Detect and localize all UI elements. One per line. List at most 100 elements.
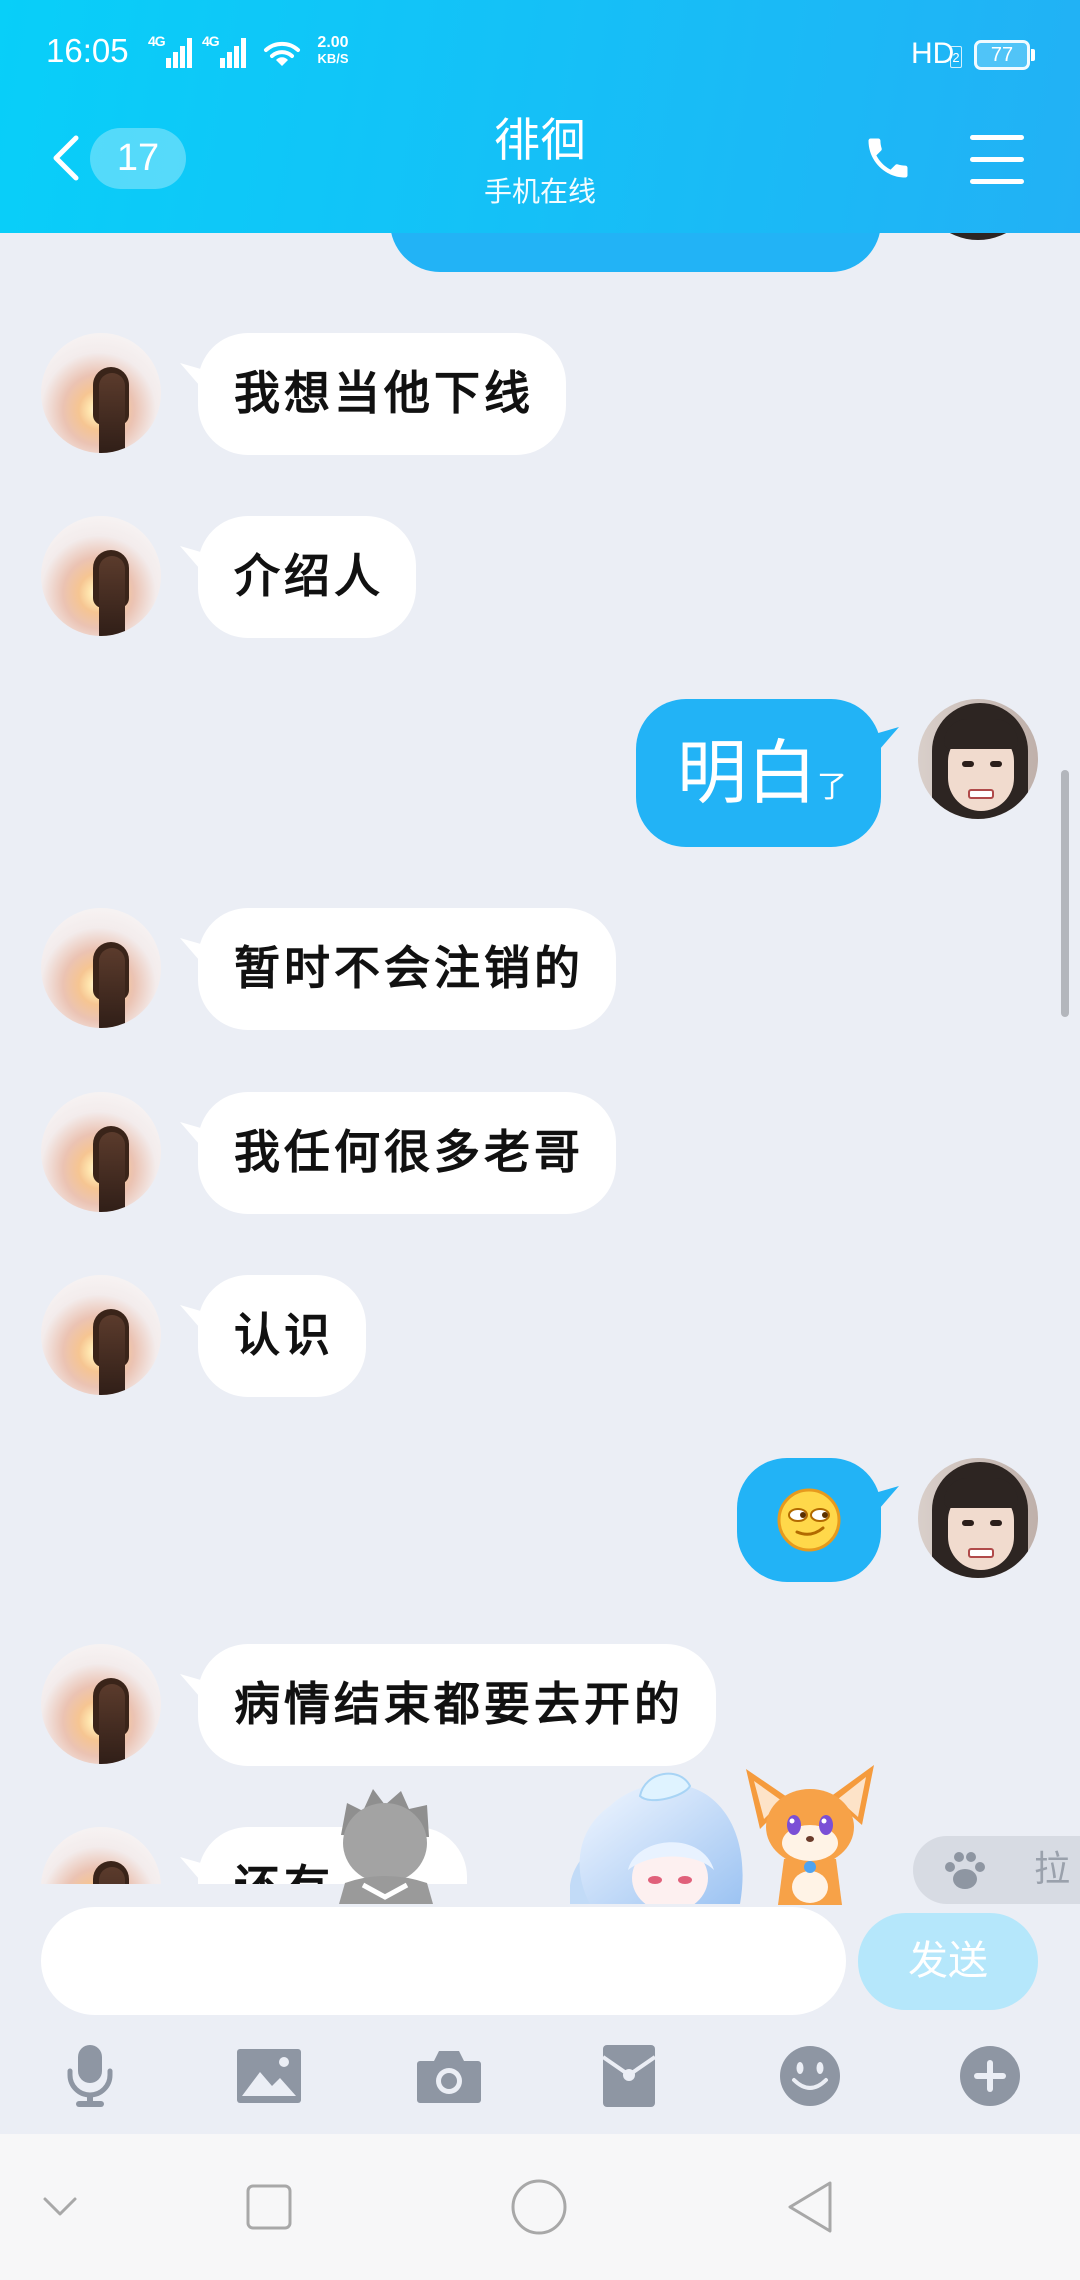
message-bubble[interactable]: 暂时不会注销的 [198,908,616,1030]
message-text: 暂时不会注销的 [234,941,584,995]
online-status: 手机在线 [483,175,596,208]
avatar-figure-body [99,1315,125,1395]
gray-character-figure[interactable] [323,1785,451,1904]
avatar-figure-body [99,373,125,453]
message-row: 明白了 [0,699,1080,847]
square-icon [246,2184,292,2230]
avatar-bangs [944,1478,1018,1508]
fox-character-figure[interactable] [738,1759,881,1907]
contact-avatar[interactable] [41,1827,161,1884]
message-text: 病情结束都要去开的 [234,1677,684,1731]
network-speed: 2.00 KB/S [311,34,355,66]
message-bubble[interactable]: 介绍人 [198,516,416,638]
red-packet-button[interactable] [589,2036,669,2116]
message-text: 还有 [234,1860,334,1884]
nav-recents-button[interactable] [224,2162,314,2252]
message-row: 病情结束都要去开的 [0,1644,1080,1766]
message-input[interactable] [41,1907,846,2015]
avatar-eye [962,761,974,767]
nav-home-button[interactable] [494,2162,584,2252]
plus-icon [960,2046,1020,2106]
message-text-small: 了 [817,770,847,805]
status-time: 16:05 [46,32,129,69]
message-bubble[interactable]: 我想当他下线 [198,333,566,455]
message-row: 暂时不会注销的 [0,908,1080,1030]
contact-avatar[interactable] [41,516,161,636]
signal-bars-icon [166,38,192,68]
battery-indicator: 77 [974,40,1030,70]
self-avatar[interactable] [918,1458,1038,1578]
unread-count-badge: 17 [90,128,186,189]
nav-back-button[interactable] [765,2162,855,2252]
emoji-message-bubble[interactable] [737,1458,881,1582]
avatar-mouth [968,789,994,799]
phone-icon [868,138,908,178]
wifi-icon [264,41,300,66]
self-avatar[interactable] [918,699,1038,819]
contact-avatar[interactable] [41,333,161,453]
avatar-figure-body [99,1684,125,1764]
signal-sim2: 4G [202,34,248,70]
message-bubble[interactable]: 我任何很多老哥 [198,1092,616,1214]
battery-nub [1031,49,1035,61]
red-packet-icon [601,2045,657,2107]
message-text: 我任何很多老哥 [234,1125,584,1179]
network-type-label: 4G [148,33,166,49]
avatar-figure-body [99,948,125,1028]
message-bubble[interactable]: 病情结束都要去开的 [198,1644,716,1766]
hd-voice-label: HD [911,37,955,70]
message-text: 认识 [234,1308,334,1362]
photo-button[interactable] [229,2036,309,2116]
contact-avatar[interactable] [41,1092,161,1212]
nav-hide-button[interactable] [15,2162,105,2252]
chat-header: 16:05 4G 4G 2.00 KB/S HD 2 77 17 徘徊 手机在线 [0,0,1080,233]
voice-button[interactable] [50,2036,130,2116]
message-text: 我想当他下线 [234,366,534,420]
smirk-emoji-icon [777,1488,841,1552]
battery-level: 77 [990,44,1014,66]
message-row: 认识 [0,1275,1080,1397]
chat-scrollbar[interactable] [1061,770,1069,1017]
avatar-eye [990,761,1002,767]
more-button[interactable] [950,2036,1030,2116]
chat-title[interactable]: 徘徊 [340,112,740,168]
message-bubble[interactable]: 认识 [198,1275,366,1397]
network-speed-unit: KB/S [317,51,349,66]
avatar-mouth [968,1548,994,1558]
menu-button[interactable] [962,126,1032,190]
contact-avatar[interactable] [41,1275,161,1395]
microphone-icon [67,2045,113,2107]
avatar-bangs [944,719,1018,749]
pull-button-label: 拉 [1034,1849,1071,1890]
circle-icon [511,2179,567,2235]
camera-icon [417,2051,481,2103]
message-row: 我想当他下线 [0,333,1080,455]
message-text: 介绍人 [234,549,384,603]
network-speed-value: 2.00 [317,34,349,51]
emoji-button[interactable] [770,2036,850,2116]
chat-area[interactable]: 我想当他下线 介绍人 明白了 暂时不会注销的 我任何很多老哥 认识 病情结束都要… [0,0,1080,1884]
message-row: 介绍人 [0,516,1080,638]
message-row [0,1458,1080,1582]
message-bubble[interactable]: 明白了 [636,699,881,847]
triangle-back-icon [788,2181,832,2233]
call-button[interactable] [856,126,920,190]
chevron-down-icon [43,2197,77,2216]
emoji-icon [780,2046,840,2106]
avatar-eye [962,1520,974,1526]
camera-button[interactable] [409,2036,489,2116]
send-button[interactable]: 发送 [858,1913,1038,2010]
system-nav-bar [0,2134,1080,2280]
hd-sim-label: 2 [950,46,962,68]
signal-sim1: 4G [148,34,194,70]
message-row: 我任何很多老哥 [0,1092,1080,1214]
image-icon [237,2049,301,2103]
avatar-eye [990,1520,1002,1526]
contact-avatar[interactable] [41,1644,161,1764]
pull-button[interactable]: 拉 [913,1836,1080,1904]
chevron-left-icon [53,135,79,181]
avatar-figure-body [99,1132,125,1212]
contact-avatar[interactable] [41,908,161,1028]
anime-character-figure[interactable] [570,1766,756,1904]
back-button[interactable]: 17 [40,124,192,194]
